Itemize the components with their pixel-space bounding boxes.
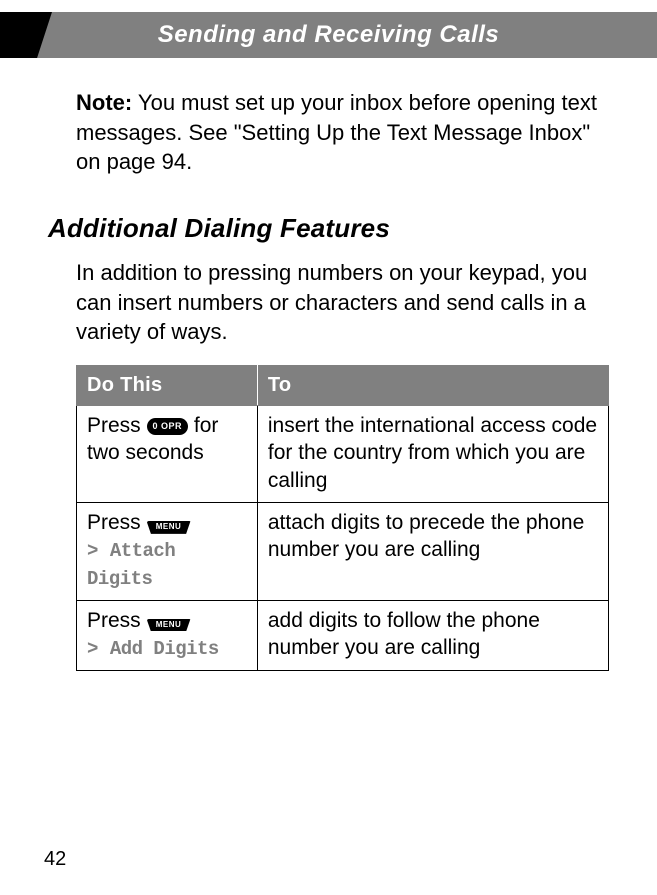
header-background: Sending and Receiving Calls xyxy=(0,12,657,58)
press-label: Press xyxy=(87,511,147,534)
cell-to: insert the international access code for… xyxy=(257,406,608,503)
dialing-features-table: Do This To Press 0 OPR for two seconds i… xyxy=(76,365,609,671)
table-header-row: Do This To xyxy=(77,366,609,406)
cell-do-this: Press MENU > Attach Digits xyxy=(77,503,258,601)
table-row: Press MENU > Add Digits add digits to fo… xyxy=(77,600,609,670)
cell-to: attach digits to precede the phone numbe… xyxy=(257,503,608,601)
page-title: Sending and Receiving Calls xyxy=(158,21,500,49)
table-row: Press 0 OPR for two seconds insert the i… xyxy=(77,406,609,503)
note-paragraph: Note: You must set up your inbox before … xyxy=(76,88,609,177)
note-text: You must set up your inbox before openin… xyxy=(76,90,597,174)
table-header-do-this: Do This xyxy=(77,366,258,406)
section-heading: Additional Dialing Features xyxy=(48,213,609,244)
press-label: Press xyxy=(87,414,147,437)
page-number: 42 xyxy=(44,848,66,871)
table-header-to: To xyxy=(257,366,608,406)
menu-key-icon: MENU xyxy=(147,521,191,534)
press-label: Press xyxy=(87,609,147,632)
page-content: Note: You must set up your inbox before … xyxy=(0,58,657,671)
cell-do-this: Press 0 OPR for two seconds xyxy=(77,406,258,503)
cell-to: add digits to follow the phone number yo… xyxy=(257,600,608,670)
zero-key-icon: 0 OPR xyxy=(147,418,189,435)
cell-do-this: Press MENU > Add Digits xyxy=(77,600,258,670)
table-row: Press MENU > Attach Digits attach digits… xyxy=(77,503,609,601)
gt-symbol: > xyxy=(87,540,110,562)
note-label: Note: xyxy=(76,90,132,115)
menu-key-icon: MENU xyxy=(147,619,191,632)
page-header: Sending and Receiving Calls xyxy=(0,0,657,58)
menu-path: Add Digits xyxy=(110,638,219,660)
header-top-strip xyxy=(0,0,657,12)
section-intro: In addition to pressing numbers on your … xyxy=(76,258,609,347)
gt-symbol: > xyxy=(87,638,110,660)
